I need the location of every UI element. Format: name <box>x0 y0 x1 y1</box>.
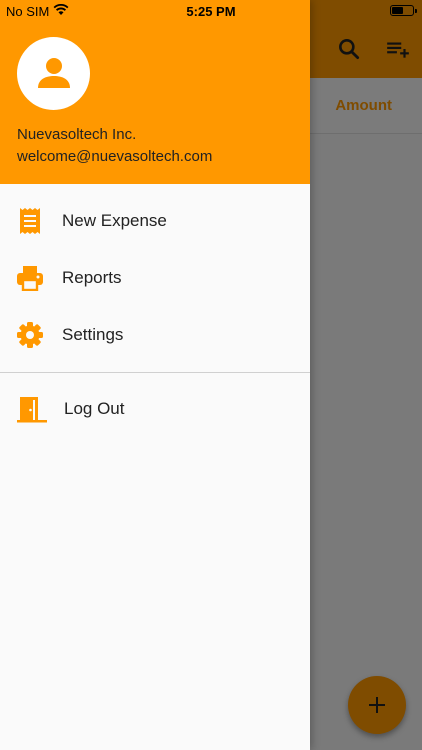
drawer-header: Nuevasoltech Inc. welcome@nuevasoltech.c… <box>0 0 310 184</box>
menu-item-new-expense[interactable]: New Expense <box>0 193 310 249</box>
company-name: Nuevasoltech Inc. <box>17 126 137 143</box>
menu-item-settings[interactable]: Settings <box>0 307 310 363</box>
exit-door-icon <box>16 395 48 423</box>
avatar[interactable] <box>17 37 90 110</box>
menu-divider <box>0 372 310 373</box>
gear-icon <box>16 321 44 349</box>
person-icon <box>37 57 70 88</box>
battery-icon <box>390 5 417 16</box>
status-bar: No SIM 5:25 PM <box>0 0 422 22</box>
menu-item-label: Log Out <box>64 399 125 418</box>
menu-item-label: Settings <box>62 325 124 344</box>
menu-item-label: New Expense <box>62 211 167 230</box>
user-email: welcome@nuevasoltech.com <box>17 148 213 165</box>
navigation-drawer: Nuevasoltech Inc. welcome@nuevasoltech.c… <box>0 0 310 750</box>
menu-item-log-out[interactable]: Log Out <box>0 381 310 437</box>
receipt-icon <box>16 207 44 235</box>
menu-item-reports[interactable]: Reports <box>0 250 310 306</box>
printer-icon <box>16 264 44 292</box>
clock: 5:25 PM <box>186 4 236 19</box>
menu-item-label: Reports <box>62 268 122 287</box>
